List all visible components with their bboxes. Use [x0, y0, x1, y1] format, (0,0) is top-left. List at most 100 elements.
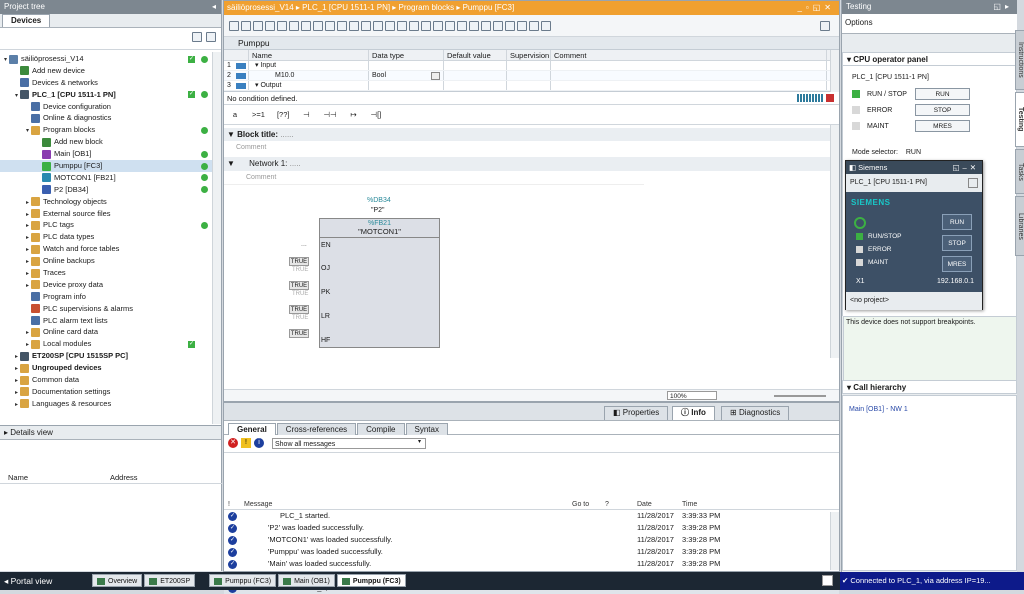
tree-item[interactable]: ▸ Online backups	[0, 255, 221, 267]
taskbar-tab[interactable]: Pumppu (FC3)	[336, 574, 406, 587]
float-icon[interactable]: ◱	[993, 2, 1005, 11]
absolute-operands-icon[interactable]	[301, 21, 311, 32]
upload-icon[interactable]	[517, 21, 527, 32]
status-icon[interactable]	[822, 575, 833, 586]
zoom-slider[interactable]	[774, 395, 826, 397]
side-tab-testing[interactable]: Testing	[1015, 92, 1024, 147]
close-icon[interactable]: ✕	[970, 163, 979, 172]
warning-filter-icon[interactable]: !	[241, 438, 251, 448]
chevron-right-icon[interactable]: ▸	[13, 400, 20, 410]
step-over-icon[interactable]	[481, 21, 491, 32]
call-hierarchy-item[interactable]: Main [OB1] - NW 1	[843, 396, 1016, 413]
chevron-right-icon[interactable]: ▸	[24, 328, 31, 338]
supervision-cell[interactable]	[507, 71, 551, 80]
tree-item[interactable]: ▸ PLC data types	[0, 231, 221, 243]
interface-row[interactable]: 3 ▾ Output	[224, 81, 839, 91]
true-value-pk[interactable]: TRUE	[289, 281, 309, 290]
ladder-palette-item[interactable]: ⊣⊣	[323, 105, 336, 125]
minimize-icon[interactable]: _	[797, 3, 805, 12]
favorites-icon[interactable]	[797, 94, 823, 102]
cpu-button[interactable]: RUN	[915, 88, 970, 100]
favorites-icon[interactable]	[397, 21, 407, 32]
chevron-right-icon[interactable]: ▸	[13, 376, 20, 386]
chevron-down-icon[interactable]: ▾	[24, 126, 31, 136]
tree-item[interactable]: Program info	[0, 291, 221, 303]
monitor-icon[interactable]	[409, 21, 419, 32]
modify-icon[interactable]	[421, 21, 431, 32]
tree-item[interactable]: ▸ Device proxy data	[0, 279, 221, 291]
compare-icon[interactable]	[445, 21, 455, 32]
supervision-cell[interactable]	[507, 61, 551, 70]
chevron-down-icon[interactable]: ▾	[2, 55, 9, 65]
tree-item[interactable]: ▸ External source files	[0, 208, 221, 220]
breadcrumb-2[interactable]: Program blocks	[399, 3, 455, 12]
ladder-palette-item[interactable]: ⊣[]	[371, 105, 382, 125]
collapse-triangle-icon[interactable]: ▼	[227, 159, 237, 168]
type-cell[interactable]	[369, 81, 444, 90]
download-icon[interactable]	[505, 21, 515, 32]
tab-properties[interactable]: ◧ Properties	[604, 406, 669, 420]
breadcrumb-3[interactable]: Pumppu [FC3]	[463, 3, 515, 12]
split-view-icon[interactable]	[206, 32, 216, 42]
chevron-right-icon[interactable]: ▸	[24, 269, 31, 279]
insert-network-icon[interactable]	[229, 21, 239, 32]
tree-item[interactable]: Main [OB1]	[0, 148, 221, 160]
monitoring-icon[interactable]	[529, 21, 539, 32]
message-scrollbar[interactable]	[830, 512, 839, 570]
ladder-palette-item[interactable]: a	[230, 105, 240, 125]
true-value-lr[interactable]: TRUE	[289, 305, 309, 314]
collapse-triangle-icon[interactable]: ▼	[227, 130, 237, 139]
tree-item[interactable]: ▸ Ungrouped devices	[0, 362, 221, 374]
supervision-cell[interactable]	[507, 81, 551, 90]
message-filter-select[interactable]: Show all messages	[272, 438, 426, 449]
taskbar-tab[interactable]: Main (OB1)	[278, 574, 335, 587]
true-value-oj[interactable]: TRUE	[289, 257, 309, 266]
message-row[interactable]: PLC_1 started. 11/28/2017 3:39:33 PM	[224, 510, 839, 522]
show-favorites-icon[interactable]	[325, 21, 335, 32]
collapse-arrow-icon[interactable]: ▸	[1005, 2, 1013, 11]
tree-item[interactable]: ▸ Watch and force tables	[0, 243, 221, 255]
code-scrollbar[interactable]	[830, 125, 839, 358]
tree-item[interactable]: ▾ PLC_1 [CPU 1511-1 PN] ✓	[0, 89, 221, 101]
open-all-networks-icon[interactable]	[277, 21, 287, 32]
tree-item[interactable]: ▸ Traces	[0, 267, 221, 279]
insert-row-icon[interactable]	[253, 21, 263, 32]
type-cell[interactable]: Bool	[369, 71, 444, 80]
tree-item[interactable]: ▸ Languages & resources	[0, 398, 221, 410]
tree-item[interactable]: ▸ Documentation settings	[0, 386, 221, 398]
float-icon[interactable]: ◱	[952, 163, 962, 172]
breadcrumb-1[interactable]: PLC_1 [CPU 1511-1 PN]	[302, 3, 390, 12]
true-value-hf[interactable]: TRUE	[289, 329, 309, 338]
tree-item[interactable]: Devices & networks	[0, 77, 221, 89]
breadcrumb-0[interactable]: säiliöprosessi_V14	[227, 3, 294, 12]
restore-icon[interactable]: ▫	[806, 3, 813, 12]
default-cell[interactable]	[444, 71, 507, 80]
tree-item[interactable]: Add new device	[0, 65, 221, 77]
tab-info[interactable]: ⓘ Info	[672, 406, 715, 420]
tree-item[interactable]: PLC alarm text lists	[0, 315, 221, 327]
fb-box[interactable]: %FB21 "MOTCON1"	[319, 218, 440, 348]
cpu-panel-header[interactable]: ▾ CPU operator panel	[842, 52, 1017, 66]
interface-scrollbar[interactable]	[830, 50, 839, 92]
ladder-palette-item[interactable]: ⊣	[301, 105, 311, 125]
delete-network-icon[interactable]	[241, 21, 251, 32]
force-icon[interactable]	[433, 21, 443, 32]
subtab-compile[interactable]: Compile	[357, 423, 405, 435]
tree-item[interactable]: Device configuration	[0, 101, 221, 113]
chevron-right-icon[interactable]: ▸	[13, 352, 20, 362]
chevron-right-icon[interactable]: ▸	[24, 198, 31, 208]
ladder-palette-item[interactable]: [??]	[277, 105, 290, 125]
add-row-icon[interactable]	[265, 21, 275, 32]
error-filter-icon[interactable]: ✕	[228, 438, 238, 448]
tab-devices[interactable]: Devices	[2, 14, 51, 27]
breakpoint-icon[interactable]	[457, 21, 467, 32]
tree-item[interactable]: Add new block	[0, 136, 221, 148]
name-cell[interactable]: ▾ Output	[249, 81, 369, 90]
chevron-down-icon[interactable]: ▾	[418, 438, 421, 445]
tree-item[interactable]: ▸ Common data	[0, 374, 221, 386]
ladder-palette-item[interactable]: >=1	[252, 105, 265, 125]
tree-item[interactable]: MOTCON1 [FB21]	[0, 172, 221, 184]
chevron-right-icon[interactable]: ▸	[24, 340, 31, 350]
tab-diagnostics[interactable]: ⊞ Diagnostics	[721, 406, 790, 420]
chevron-right-icon[interactable]: ▸	[24, 281, 31, 291]
